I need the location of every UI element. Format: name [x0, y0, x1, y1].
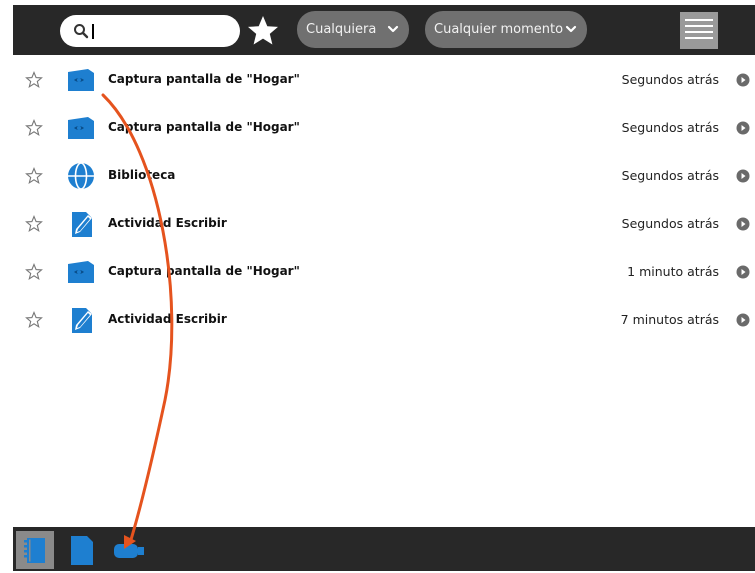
star-outline-icon[interactable]	[25, 263, 43, 281]
star-outline-icon[interactable]	[25, 167, 43, 185]
go-arrow-icon[interactable]	[736, 121, 750, 135]
top-toolbar: Cualquiera Cualquier momento	[13, 5, 755, 55]
entry-time: Segundos atrás	[621, 216, 719, 231]
entry-time: 7 minutos atrás	[620, 312, 719, 327]
star-outline-icon[interactable]	[25, 215, 43, 233]
entry-title[interactable]: Actividad Escribir	[108, 216, 227, 230]
image-activity-icon[interactable]	[66, 113, 96, 143]
journal-entry[interactable]: Captura pantalla de "Hogar" Segundos atr…	[0, 55, 755, 103]
journal-entry[interactable]: Actividad Escribir 7 minutos atrás	[0, 295, 755, 343]
menu-icon-line	[685, 25, 713, 27]
entry-title[interactable]: Captura pantalla de "Hogar"	[108, 120, 300, 134]
go-arrow-icon[interactable]	[736, 313, 750, 327]
journal-entry[interactable]: Actividad Escribir Segundos atrás	[0, 199, 755, 247]
volumes-toolbar	[13, 527, 755, 571]
star-outline-icon[interactable]	[25, 71, 43, 89]
entry-title[interactable]: Captura pantalla de "Hogar"	[108, 72, 300, 86]
journal-icon	[24, 538, 45, 563]
search-icon	[74, 24, 89, 39]
menu-icon-line	[685, 37, 713, 39]
search-input[interactable]	[93, 23, 223, 39]
entry-time: Segundos atrás	[621, 168, 719, 183]
journal-tab[interactable]	[16, 531, 54, 569]
filter-who-dropdown[interactable]: Cualquiera	[297, 11, 409, 48]
journal-entry[interactable]: Biblioteca Segundos atrás	[0, 151, 755, 199]
documents-icon	[71, 536, 93, 565]
go-arrow-icon[interactable]	[736, 73, 750, 87]
star-outline-icon[interactable]	[25, 311, 43, 329]
chevron-down-icon	[387, 25, 399, 33]
favorite-filter-star-icon[interactable]	[245, 13, 281, 49]
go-arrow-icon[interactable]	[736, 217, 750, 231]
go-arrow-icon[interactable]	[736, 265, 750, 279]
entry-time: Segundos atrás	[621, 72, 719, 87]
filter-when-label: Cualquier momento	[434, 22, 564, 37]
entry-time: Segundos atrás	[621, 120, 719, 135]
filter-when-dropdown[interactable]: Cualquier momento	[425, 11, 587, 48]
write-activity-icon[interactable]	[66, 305, 96, 335]
go-arrow-icon[interactable]	[736, 169, 750, 183]
journal-entry[interactable]: Captura pantalla de "Hogar" 1 minuto atr…	[0, 247, 755, 295]
documents-tab[interactable]	[63, 531, 101, 569]
entry-title[interactable]: Captura pantalla de "Hogar"	[108, 264, 300, 278]
menu-icon-line	[685, 31, 713, 33]
usb-drive-tab[interactable]	[110, 531, 148, 569]
entry-time: 1 minuto atrás	[627, 264, 719, 279]
entry-title[interactable]: Biblioteca	[108, 168, 175, 182]
star-outline-icon[interactable]	[25, 119, 43, 137]
text-cursor	[92, 24, 94, 39]
chevron-down-icon	[565, 25, 577, 33]
entry-title[interactable]: Actividad Escribir	[108, 312, 227, 326]
usb-drive-icon	[114, 544, 144, 558]
filter-who-label: Cualquiera	[306, 22, 377, 37]
image-activity-icon[interactable]	[66, 257, 96, 287]
search-box[interactable]	[60, 15, 240, 47]
journal-entry[interactable]: Captura pantalla de "Hogar" Segundos atr…	[0, 103, 755, 151]
menu-icon-line	[685, 19, 713, 21]
browse-globe-icon[interactable]	[66, 161, 96, 191]
write-activity-icon[interactable]	[66, 209, 96, 239]
menu-button[interactable]	[680, 12, 718, 49]
image-activity-icon[interactable]	[66, 65, 96, 95]
